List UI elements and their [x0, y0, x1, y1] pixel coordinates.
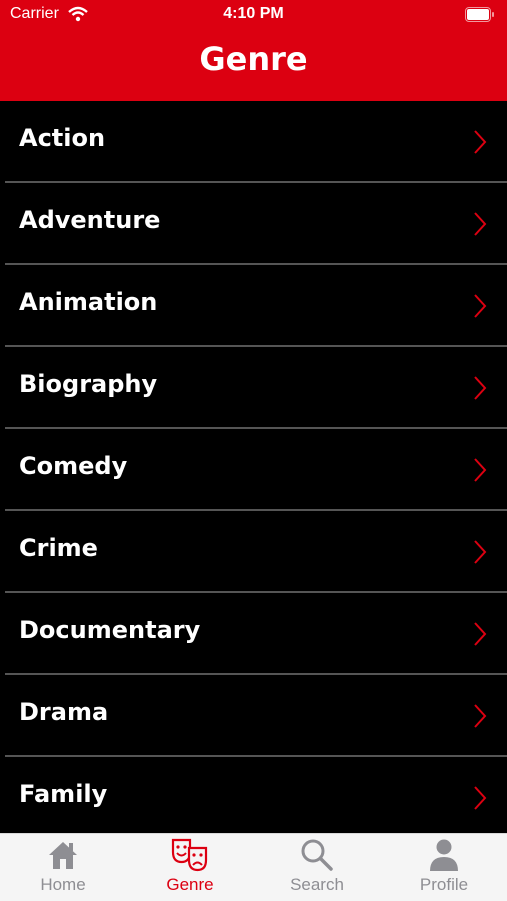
- tab-label: Profile: [419, 875, 469, 894]
- genre-row-animation[interactable]: Animation: [5, 265, 507, 347]
- chevron-right-icon: [473, 375, 487, 405]
- genre-row-biography[interactable]: Biography: [5, 347, 507, 429]
- genre-label: Comedy: [19, 452, 128, 480]
- genre-row-family[interactable]: Family: [5, 757, 507, 839]
- genre-label: Crime: [19, 534, 98, 562]
- page-title: Genre: [199, 40, 308, 78]
- tab-label: Home: [40, 875, 86, 894]
- chevron-right-icon: [473, 211, 487, 241]
- genre-row-adventure[interactable]: Adventure: [5, 183, 507, 265]
- tab-home[interactable]: Home: [0, 834, 126, 901]
- genre-label: Biography: [19, 370, 158, 398]
- genre-label: Adventure: [19, 206, 161, 234]
- tab-search[interactable]: Search: [254, 834, 380, 901]
- chevron-right-icon: [473, 293, 487, 323]
- genre-row-comedy[interactable]: Comedy: [5, 429, 507, 511]
- genre-list: Action Adventure Animation Biography Com…: [0, 101, 507, 839]
- genre-label: Action: [19, 124, 106, 152]
- chevron-right-icon: [473, 785, 487, 815]
- search-icon: [301, 839, 333, 871]
- genre-row-documentary[interactable]: Documentary: [5, 593, 507, 675]
- tab-genre[interactable]: Genre: [127, 834, 253, 901]
- genre-row-action[interactable]: Action: [5, 101, 507, 183]
- genre-row-crime[interactable]: Crime: [5, 511, 507, 593]
- status-bar: Carrier 4:10 PM: [0, 0, 507, 30]
- battery-icon: [465, 7, 495, 26]
- theater-masks-icon: [171, 838, 208, 872]
- tab-bar: Home Genre Search Profile: [0, 833, 507, 901]
- genre-label: Documentary: [19, 616, 201, 644]
- tab-label: Genre: [166, 875, 214, 894]
- header: Carrier 4:10 PM Genre: [0, 0, 507, 101]
- tab-profile[interactable]: Profile: [381, 834, 507, 901]
- chevron-right-icon: [473, 621, 487, 651]
- genre-label: Drama: [19, 698, 109, 726]
- genre-label: Animation: [19, 288, 158, 316]
- chevron-right-icon: [473, 539, 487, 569]
- chevron-right-icon: [473, 703, 487, 733]
- chevron-right-icon: [473, 457, 487, 487]
- status-time: 4:10 PM: [223, 5, 284, 22]
- genre-label: Family: [19, 780, 108, 808]
- home-icon: [49, 842, 77, 869]
- chevron-right-icon: [473, 129, 487, 159]
- genre-row-drama[interactable]: Drama: [5, 675, 507, 757]
- tab-label: Search: [290, 875, 344, 894]
- profile-icon: [430, 839, 458, 871]
